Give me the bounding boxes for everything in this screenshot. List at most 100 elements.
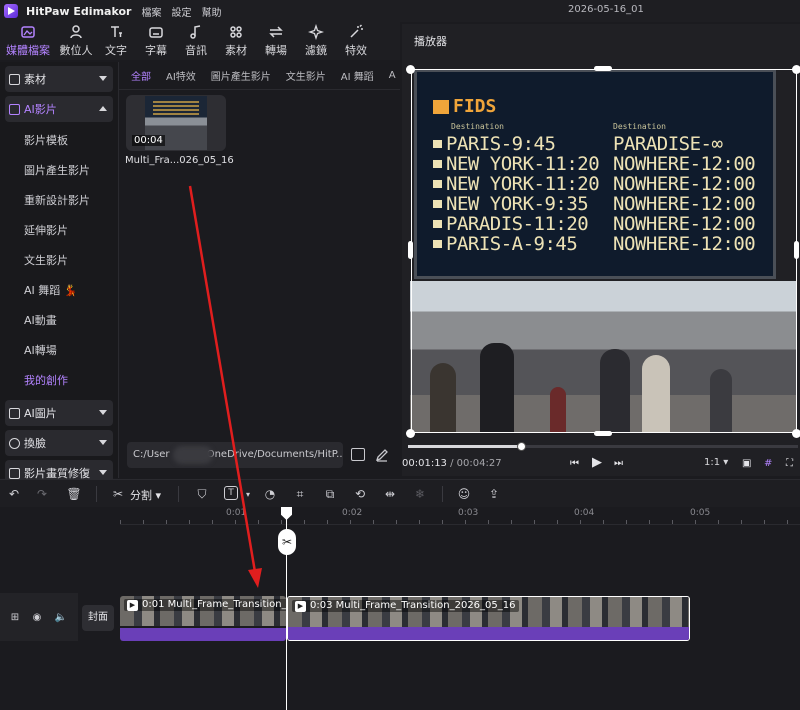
sidebar-item-video-template[interactable]: 影片模板 [0, 126, 118, 156]
grid-icon[interactable]: # [764, 458, 772, 469]
scissors-icon[interactable]: ✂ [110, 486, 126, 502]
eye-icon[interactable]: ◉ [33, 612, 42, 623]
ruler-tick [350, 520, 351, 524]
tool-subtitle[interactable]: 字幕 [136, 22, 176, 60]
board-cell: NEW YORK-9:35 [446, 193, 589, 215]
next-frame-icon[interactable]: ⏭ [614, 458, 623, 469]
face-icon[interactable]: ☺ [456, 486, 472, 502]
speed-icon[interactable]: ◔ [262, 486, 278, 502]
video-preview[interactable]: FIDS Destination Destination PARIS-9:45 P… [410, 69, 796, 433]
cover-button[interactable]: 封面 [82, 605, 114, 631]
rewind-icon[interactable]: ⟲ [352, 486, 368, 502]
tool-text[interactable]: 文字 [96, 22, 136, 60]
tool-avatar[interactable]: 數位人 [56, 22, 96, 60]
snapshot-icon[interactable]: ▣ [742, 458, 751, 469]
tool-effects[interactable]: 特效 [336, 22, 376, 60]
tab-image-to-video[interactable]: 圖片產生影片 [211, 68, 271, 83]
crop-icon[interactable]: ⌗ [292, 486, 308, 502]
track-lock-icon[interactable]: ⊞ [11, 612, 19, 623]
resize-handle[interactable] [594, 66, 612, 71]
path-field[interactable]: C:/User OneDrive/Documents/HitP... [127, 442, 343, 468]
sidebar-group-face-swap[interactable]: 換臉 [5, 430, 113, 456]
chevron-down-icon[interactable]: ▾ [240, 486, 256, 502]
tool-media[interactable]: 媒體檔案 [0, 22, 56, 60]
sidebar-item-my-creations[interactable]: 我的創作 [0, 366, 118, 396]
undo-icon[interactable]: ↶ [6, 486, 22, 502]
toolbar-divider [178, 486, 179, 502]
tool-audio[interactable]: 音訊 [176, 22, 216, 60]
resize-handle[interactable] [792, 65, 800, 74]
redo-icon[interactable]: ↷ [34, 486, 50, 502]
tool-label: 濾鏡 [305, 44, 327, 57]
mirror-icon[interactable]: ⇹ [382, 486, 398, 502]
delete-icon[interactable]: 🗑 [66, 486, 82, 502]
ruler-tick [166, 520, 167, 524]
aspect-ratio-select[interactable]: 1:1 ▾ [704, 457, 728, 468]
shield-icon[interactable]: ⛉ [194, 486, 210, 502]
sidebar-item-redesign-video[interactable]: 重新設計影片 [0, 186, 118, 216]
ruler-tick [488, 520, 489, 524]
ruler-tick [741, 520, 742, 524]
resize-handle[interactable] [594, 431, 612, 436]
resize-icon[interactable]: ⧉ [322, 486, 338, 502]
tool-filter[interactable]: 濾鏡 [296, 22, 336, 60]
tool-assets[interactable]: 素材 [216, 22, 256, 60]
text-box-icon[interactable]: T [224, 486, 238, 500]
sidebar-item-text-to-video[interactable]: 文生影片 [0, 246, 118, 276]
freeze-icon[interactable]: ❄ [412, 486, 428, 502]
tool-label: 素材 [225, 44, 247, 57]
ruler-tick [396, 520, 397, 524]
sidebar-group-label: AI影片 [24, 103, 57, 116]
playback-progress[interactable] [408, 442, 798, 451]
menu-file[interactable]: 檔案 [141, 4, 161, 19]
progress-knob[interactable] [517, 442, 527, 451]
timeline-ruler[interactable]: 0:01 0:02 0:03 0:04 0:05 [120, 507, 800, 525]
board-row: PARIS-9:45 PARADISE-∞ [433, 134, 723, 154]
sidebar-item-ai-dance[interactable]: AI 舞蹈 💃 [0, 276, 118, 306]
sidebar: 素材 AI影片 影片模板 圖片產生影片 重新設計影片 延伸影片 文生影片 AI … [0, 62, 118, 486]
edit-pen-icon[interactable] [375, 448, 389, 462]
fullscreen-icon[interactable]: ⛶ [786, 458, 793, 469]
sidebar-item-image-to-video[interactable]: 圖片產生影片 [0, 156, 118, 186]
main-toolbar: 媒體檔案 數位人 文字 字幕 音訊 素材 轉場 濾鏡 特效 [0, 22, 400, 60]
tab-overflow[interactable]: A [389, 70, 396, 81]
export-frame-icon[interactable]: ⇪ [486, 486, 502, 502]
ruler-tick [580, 520, 581, 524]
menu-settings[interactable]: 設定 [171, 4, 191, 19]
tab-ai-effects[interactable]: AI特效 [166, 68, 196, 83]
resize-handle[interactable] [408, 241, 413, 259]
tab-text-to-video[interactable]: 文生影片 [286, 68, 326, 83]
tool-label: 音訊 [185, 44, 207, 57]
resize-handle[interactable] [406, 65, 415, 74]
sidebar-group-label: 素材 [24, 73, 46, 86]
tab-all[interactable]: 全部 [131, 68, 151, 83]
board-subhead: Destination [613, 122, 666, 131]
clip-duration: 00:04 [132, 135, 165, 146]
split-at-playhead-icon[interactable]: ✂ [278, 529, 296, 555]
ruler-tick [304, 520, 305, 524]
speaker-icon[interactable]: 🔈 [55, 612, 67, 623]
sidebar-group-material[interactable]: 素材 [5, 66, 113, 92]
timeline-clip-1[interactable]: 0:01 Multi_Frame_Transition_20 [120, 596, 286, 641]
play-icon[interactable]: ▶ [592, 455, 602, 470]
media-clip-thumbnail[interactable]: 00:04 [126, 95, 226, 151]
resize-handle[interactable] [792, 429, 800, 438]
clip-label: 0:01 Multi_Frame_Transition_20 [124, 599, 286, 611]
menu-help[interactable]: 幫助 [201, 4, 221, 19]
split-button[interactable]: 分割 ▾ [130, 487, 161, 503]
prev-frame-icon[interactable]: ⏮ [570, 458, 579, 469]
tool-transition[interactable]: 轉場 [256, 22, 296, 60]
media-panel: 全部 AI特效 圖片產生影片 文生影片 AI 舞蹈 A 00:04 Multi_… [118, 62, 400, 478]
ruler-tick [787, 520, 788, 524]
sidebar-item-extend-video[interactable]: 延伸影片 [0, 216, 118, 246]
sidebar-item-ai-animation[interactable]: AI動畫 [0, 306, 118, 336]
resize-handle[interactable] [794, 241, 799, 259]
tab-ai-dance[interactable]: AI 舞蹈 [341, 68, 374, 83]
timeline-clip-2[interactable]: 0:03 Multi_Frame_Transition_2026_05_16 [287, 596, 690, 641]
sidebar-item-ai-transition[interactable]: AI轉場 [0, 336, 118, 366]
sidebar-group-ai-image[interactable]: AI圖片 [5, 400, 113, 426]
resize-handle[interactable] [406, 429, 415, 438]
ruler-tick [672, 520, 673, 524]
open-folder-icon[interactable] [351, 448, 365, 461]
sidebar-group-ai-video[interactable]: AI影片 [5, 96, 113, 122]
